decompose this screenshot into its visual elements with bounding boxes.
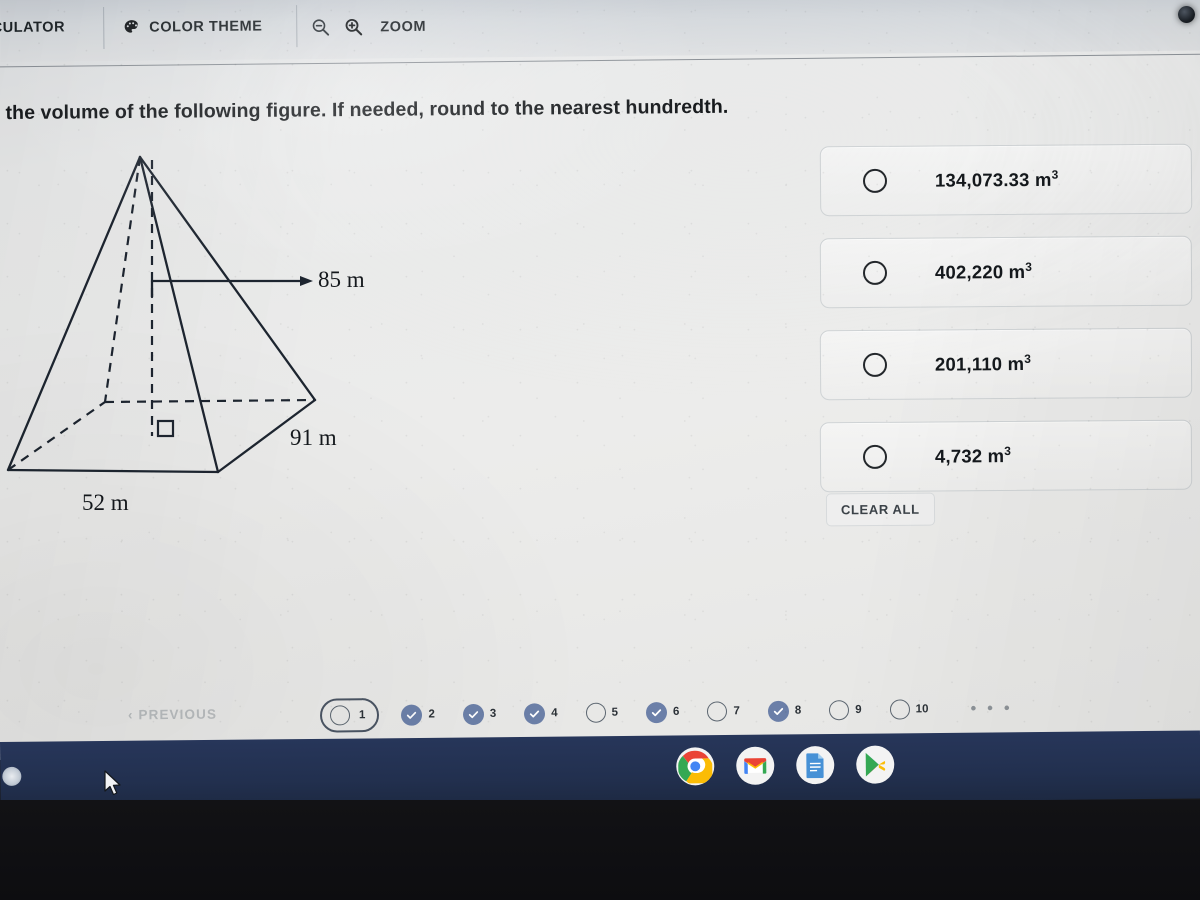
clear-all-button[interactable]: CLEAR ALL	[825, 492, 935, 527]
pager-number-10: 10	[915, 703, 929, 716]
pager-number-8: 8	[794, 704, 802, 717]
pager-item-2[interactable]: 2	[401, 704, 435, 726]
pager-status-empty-icon	[707, 701, 728, 722]
radio-button-1[interactable]	[862, 168, 888, 193]
pager-status-check-icon	[524, 702, 546, 724]
taskbar-app-icons	[676, 745, 895, 786]
calculator-label: LCULATOR	[0, 19, 66, 37]
answer-option-2-label: 402,220 m3	[935, 260, 1032, 284]
magnifier-plus-icon[interactable]	[343, 17, 364, 38]
pager-number-3: 3	[489, 707, 497, 720]
answer-option-3-text: 201,110 m	[934, 353, 1025, 376]
previous-button[interactable]: ‹ PREVIOUS	[128, 707, 217, 723]
pager-item-6[interactable]: 6	[645, 701, 680, 723]
radio-button-4[interactable]	[862, 444, 888, 469]
answer-option-4-exponent: 3	[1004, 444, 1012, 459]
system-taskbar	[0, 730, 1200, 810]
pager-status-check-icon	[767, 700, 789, 722]
arrow-head	[300, 276, 313, 286]
laptop-screen: LCULATOR COLOR THEME ZOOM d the volume o…	[0, 0, 1200, 760]
mouse-cursor	[103, 770, 125, 803]
calculator-button[interactable]: LCULATOR	[0, 19, 65, 36]
pager-status-check-icon	[645, 701, 668, 723]
color-theme-button[interactable]: COLOR THEME	[123, 17, 263, 36]
top-toolbar: LCULATOR COLOR THEME ZOOM	[0, 0, 1200, 62]
pager-status-check-icon	[462, 703, 484, 725]
pyramid-figure: 85 m 91 m 52 m	[0, 140, 420, 540]
pager-number-9: 9	[855, 703, 862, 717]
answer-option-1-text: 134,073.33 m	[934, 169, 1052, 192]
play-store-icon[interactable]	[856, 745, 895, 784]
laptop-bezel	[0, 800, 1200, 900]
radio-button-2[interactable]	[862, 260, 888, 285]
zoom-controls: ZOOM	[310, 16, 426, 38]
pager-status-empty-icon	[329, 705, 351, 726]
pager-number-1: 1	[358, 709, 366, 722]
answer-option-3-label: 201,110 m3	[935, 352, 1031, 376]
zoom-label: ZOOM	[380, 18, 427, 35]
pager-item-3[interactable]: 3	[462, 703, 497, 725]
answer-option-4-text: 4,732 m	[934, 445, 1005, 468]
pager-item-5[interactable]: 5	[585, 702, 619, 723]
pager-number-7: 7	[733, 705, 740, 718]
answer-option-1-exponent: 3	[1051, 168, 1059, 183]
answer-option-3[interactable]: 201,110 m3	[819, 327, 1193, 401]
figure-height-label: 85 m	[318, 267, 365, 292]
screenshot-root: LCULATOR COLOR THEME ZOOM d the volume o…	[0, 0, 1200, 900]
answer-option-2-text: 402,220 m	[934, 261, 1026, 284]
answer-option-4[interactable]: 4,732 m3	[819, 419, 1193, 493]
pager-item-4[interactable]: 4	[524, 702, 558, 724]
pager-number-4: 4	[551, 707, 558, 720]
gmail-icon[interactable]	[736, 746, 775, 785]
google-docs-icon[interactable]	[796, 745, 835, 785]
figure-depth-label: 91 m	[290, 425, 337, 450]
pager-number-2: 2	[428, 708, 435, 721]
pager-item-8[interactable]: 8	[767, 700, 802, 722]
color-theme-label: COLOR THEME	[149, 17, 263, 36]
pager-status-empty-icon	[889, 699, 910, 720]
pager-item-9[interactable]: 9	[829, 700, 862, 721]
answer-option-3-exponent: 3	[1024, 352, 1032, 367]
pyramid-svg	[6, 155, 317, 474]
pager-number-5: 5	[611, 706, 619, 719]
radio-button-3[interactable]	[862, 352, 888, 377]
answer-option-2-exponent: 3	[1025, 260, 1033, 275]
magnifier-minus-icon[interactable]	[310, 17, 331, 38]
pager-item-10[interactable]: 10	[889, 699, 929, 720]
answer-option-1-label: 134,073.33 m3	[935, 168, 1059, 192]
question-pager: 1 2 3 4 5 6 7 8 9 10 • • •	[319, 691, 1013, 733]
chrome-icon[interactable]	[676, 747, 715, 786]
pager-status-check-icon	[401, 704, 423, 726]
palette-icon	[123, 19, 140, 36]
answer-option-2[interactable]: 402,220 m3	[819, 235, 1193, 309]
pager-item-1[interactable]: 1	[319, 698, 380, 733]
pager-status-empty-icon	[829, 700, 850, 721]
pager-item-7[interactable]: 7	[707, 701, 740, 722]
toolbar-divider-2	[296, 5, 298, 48]
answer-option-4-label: 4,732 m3	[935, 444, 1011, 468]
launcher-button[interactable]	[2, 766, 22, 786]
figure-width-label: 52 m	[82, 490, 129, 515]
answer-options-list: 134,073.33 m3 402,220 m3 201,110 m3 4,73…	[819, 143, 1193, 513]
right-angle-square-icon	[156, 419, 175, 438]
question-prompt: d the volume of the following figure. If…	[0, 95, 729, 125]
pager-status-empty-icon	[585, 702, 606, 723]
toolbar-divider-1	[103, 7, 105, 50]
webcam-indicator	[1178, 6, 1195, 23]
answer-option-1[interactable]: 134,073.33 m3	[819, 143, 1193, 217]
pager-more-button[interactable]: • • •	[970, 698, 1013, 718]
pager-number-6: 6	[672, 705, 680, 718]
